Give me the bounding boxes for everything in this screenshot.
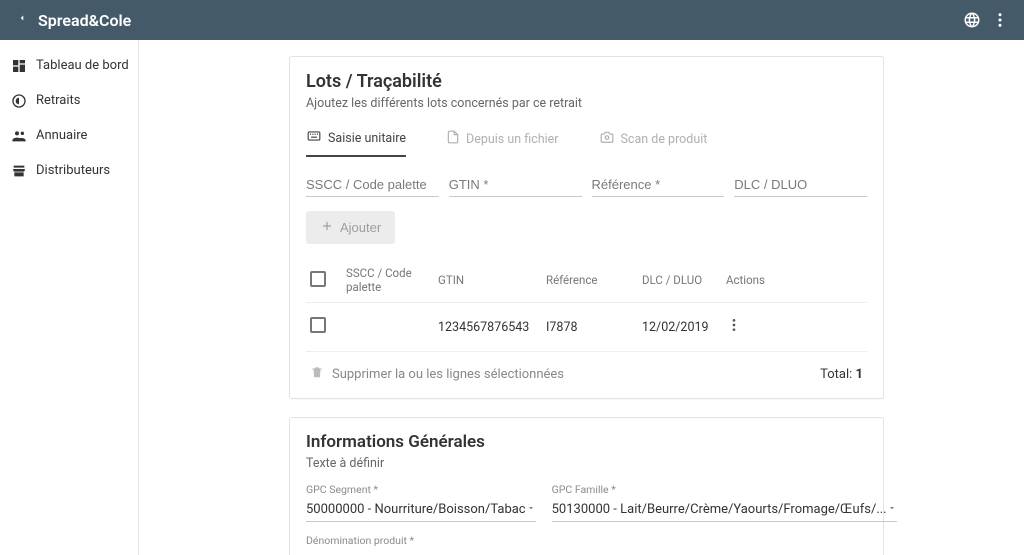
lots-tabs: Saisie unitaire Depuis un fichier Scan d… bbox=[306, 129, 867, 157]
select-all-checkbox[interactable] bbox=[310, 271, 326, 287]
cell-ref: I7878 bbox=[546, 320, 642, 335]
add-label: Ajouter bbox=[340, 220, 381, 235]
sidebar-item-dashboard[interactable]: Tableau de bord bbox=[0, 48, 138, 83]
tab-label: Scan de produit bbox=[621, 132, 708, 147]
row-checkbox[interactable] bbox=[310, 317, 326, 333]
gpc-famille-select[interactable]: 50130000 - Lait/Beurre/Crème/Yaourts/Fro… bbox=[552, 498, 897, 522]
sscc-field bbox=[306, 171, 439, 197]
cell-dlc: 12/02/2019 bbox=[642, 320, 726, 335]
row-actions-button[interactable] bbox=[726, 322, 742, 337]
gtin-input[interactable] bbox=[449, 171, 582, 197]
topbar: Spread&Cole bbox=[0, 0, 1024, 40]
denomination-label: Dénomination produit * bbox=[306, 534, 867, 547]
lots-title: Lots / Traçabilité bbox=[306, 71, 867, 92]
sidebar-item-label: Retraits bbox=[36, 93, 81, 108]
globe-icon[interactable] bbox=[958, 6, 986, 34]
cell-gtin: 1234567876543 bbox=[438, 320, 546, 335]
tab-label: Saisie unitaire bbox=[328, 131, 406, 146]
file-icon bbox=[446, 130, 460, 148]
gtin-field bbox=[449, 171, 582, 197]
lots-table: SSCC / Code palette GTIN Référence DLC /… bbox=[306, 258, 867, 398]
gpc-segment-select[interactable]: 50000000 - Nourriture/Boisson/Tabac bbox=[306, 498, 536, 522]
sidebar-item-annuaire[interactable]: Annuaire bbox=[0, 118, 138, 153]
col-sscc: SSCC / Code palette bbox=[346, 266, 438, 294]
col-dlc: DLC / DLUO bbox=[642, 273, 726, 287]
main: Lots / Traçabilité Ajoutez les différent… bbox=[139, 40, 1024, 555]
app-title: Spread&Cole bbox=[38, 11, 131, 30]
table-footer: Supprimer la ou les lignes sélectionnées… bbox=[306, 351, 867, 398]
total-label: Total: bbox=[820, 367, 852, 382]
gpc-segment-field: GPC Segment * 50000000 - Nourriture/Bois… bbox=[306, 483, 536, 522]
sidebar-item-label: Distributeurs bbox=[36, 163, 110, 178]
total-value: 1 bbox=[856, 367, 863, 382]
tab-depuis-fichier[interactable]: Depuis un fichier bbox=[446, 129, 559, 157]
lots-subtitle: Ajoutez les différents lots concernés pa… bbox=[306, 96, 867, 111]
lot-input-row bbox=[306, 171, 867, 197]
more-icon[interactable] bbox=[986, 6, 1014, 34]
chevron-down-icon bbox=[887, 502, 897, 517]
col-gtin: GTIN bbox=[438, 273, 546, 287]
back-button[interactable] bbox=[10, 10, 34, 30]
ref-field bbox=[592, 171, 725, 197]
denomination-field: Dénomination produit * bbox=[306, 534, 867, 555]
trash-icon bbox=[310, 364, 324, 384]
chevron-down-icon bbox=[526, 502, 536, 517]
col-ref: Référence bbox=[546, 273, 642, 287]
store-icon bbox=[8, 163, 30, 179]
dlc-input[interactable] bbox=[734, 171, 867, 197]
delete-label: Supprimer la ou les lignes sélectionnées bbox=[332, 367, 564, 382]
denomination-input[interactable] bbox=[306, 549, 867, 555]
sidebar-item-retraits[interactable]: Retraits bbox=[0, 83, 138, 118]
lots-card: Lots / Traçabilité Ajoutez les différent… bbox=[289, 56, 884, 399]
tab-label: Depuis un fichier bbox=[466, 132, 559, 147]
sscc-input[interactable] bbox=[306, 171, 439, 197]
ref-input[interactable] bbox=[592, 171, 725, 197]
col-actions: Actions bbox=[726, 273, 774, 287]
camera-icon bbox=[599, 130, 615, 148]
table-row: 1234567876543 I7878 12/02/2019 bbox=[306, 302, 867, 351]
sidebar: Tableau de bord Retraits Annuaire Distri… bbox=[0, 40, 139, 555]
gpc-segment-label: GPC Segment * bbox=[306, 483, 536, 496]
gpc-famille-value: 50130000 - Lait/Beurre/Crème/Yaourts/Fro… bbox=[552, 502, 887, 517]
dlc-field bbox=[734, 171, 867, 197]
informations-card: Informations Générales Texte à définir G… bbox=[289, 417, 884, 555]
table-header: SSCC / Code palette GTIN Référence DLC /… bbox=[306, 258, 867, 302]
add-button[interactable]: Ajouter bbox=[306, 211, 395, 244]
dashboard-icon bbox=[8, 58, 30, 74]
withdraw-icon bbox=[8, 93, 30, 109]
info-subtitle: Texte à définir bbox=[306, 456, 867, 471]
tab-scan-produit[interactable]: Scan de produit bbox=[599, 129, 708, 157]
info-title: Informations Générales bbox=[306, 432, 867, 452]
sidebar-item-distributeurs[interactable]: Distributeurs bbox=[0, 153, 138, 188]
sidebar-item-label: Tableau de bord bbox=[36, 58, 129, 73]
plus-icon bbox=[320, 219, 334, 236]
gpc-segment-value: 50000000 - Nourriture/Boisson/Tabac bbox=[306, 502, 526, 517]
delete-selected-button[interactable]: Supprimer la ou les lignes sélectionnées bbox=[310, 364, 564, 384]
sidebar-item-label: Annuaire bbox=[36, 128, 87, 143]
gpc-famille-label: GPC Famille * bbox=[552, 483, 897, 496]
keyboard-icon bbox=[306, 129, 322, 147]
gpc-famille-field: GPC Famille * 50130000 - Lait/Beurre/Crè… bbox=[552, 483, 897, 522]
tab-saisie-unitaire[interactable]: Saisie unitaire bbox=[306, 129, 406, 157]
people-icon bbox=[8, 128, 30, 144]
total: Total: 1 bbox=[820, 367, 863, 382]
